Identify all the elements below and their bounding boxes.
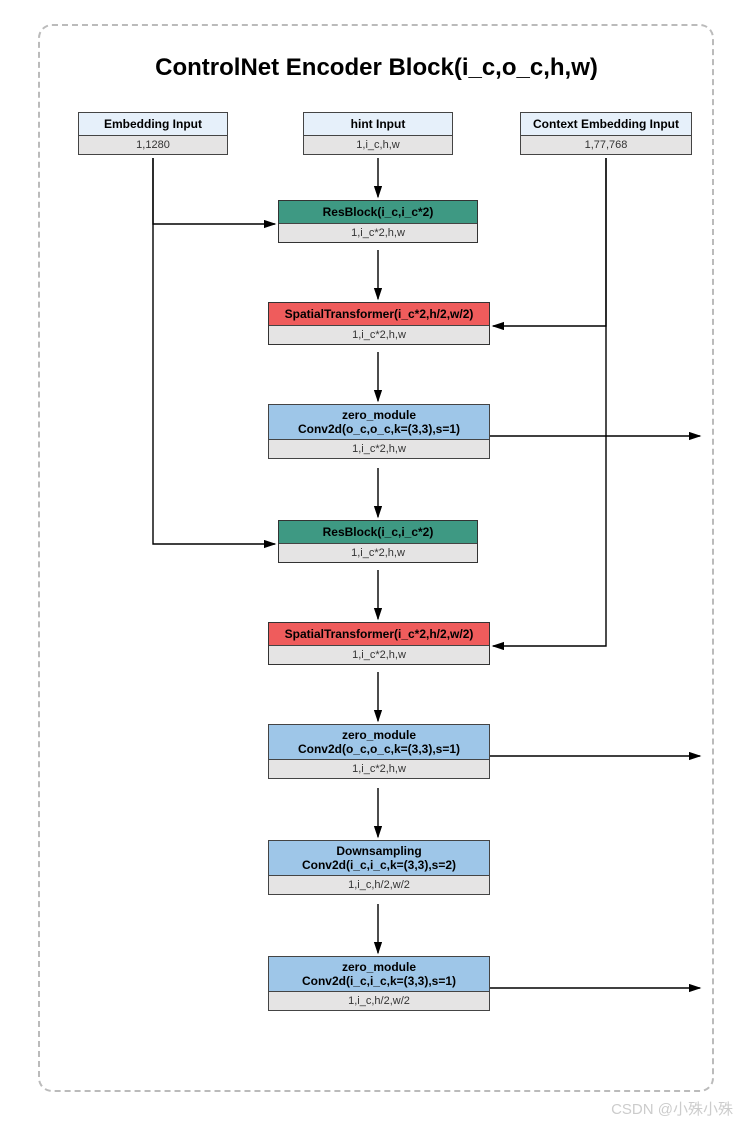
node-shape: 1,i_c*2,h,w — [269, 759, 489, 778]
node-shape: 1,77,768 — [521, 135, 691, 154]
node-spatialtransformer-2: SpatialTransformer(i_c*2,h/2,w/2) 1,i_c*… — [268, 622, 490, 665]
node-label: SpatialTransformer(i_c*2,h/2,w/2) — [269, 623, 489, 645]
node-downsampling: DownsamplingConv2d(i_c,i_c,k=(3,3),s=2) … — [268, 840, 490, 895]
node-label: ResBlock(i_c,i_c*2) — [279, 521, 477, 543]
node-shape: 1,i_c*2,h,w — [269, 325, 489, 344]
node-resblock-1: ResBlock(i_c,i_c*2) 1,i_c*2,h,w — [278, 200, 478, 243]
watermark: CSDN @小殊小殊 — [611, 1098, 733, 1119]
node-zero-module-1: zero_moduleConv2d(o_c,o_c,k=(3,3),s=1) 1… — [268, 404, 490, 459]
node-label: zero_moduleConv2d(o_c,o_c,k=(3,3),s=1) — [269, 405, 489, 439]
node-shape: 1,i_c*2,h,w — [269, 645, 489, 664]
node-context-input: Context Embedding Input 1,77,768 — [520, 112, 692, 155]
diagram-title: ControlNet Encoder Block(i_c,o_c,h,w) — [0, 54, 753, 82]
node-zero-module-2: zero_moduleConv2d(o_c,o_c,k=(3,3),s=1) 1… — [268, 724, 490, 779]
node-label: SpatialTransformer(i_c*2,h/2,w/2) — [269, 303, 489, 325]
node-shape: 1,i_c*2,h,w — [269, 439, 489, 458]
node-label: hint Input — [304, 113, 452, 135]
node-shape: 1,i_c,h/2,w/2 — [269, 875, 489, 894]
node-shape: 1,i_c*2,h,w — [279, 223, 477, 242]
node-shape: 1,1280 — [79, 135, 227, 154]
node-label: Context Embedding Input — [521, 113, 691, 135]
node-resblock-2: ResBlock(i_c,i_c*2) 1,i_c*2,h,w — [278, 520, 478, 563]
node-label: DownsamplingConv2d(i_c,i_c,k=(3,3),s=2) — [269, 841, 489, 875]
node-label: Embedding Input — [79, 113, 227, 135]
node-label: ResBlock(i_c,i_c*2) — [279, 201, 477, 223]
node-shape: 1,i_c,h,w — [304, 135, 452, 154]
node-embedding-input: Embedding Input 1,1280 — [78, 112, 228, 155]
node-label: zero_moduleConv2d(i_c,i_c,k=(3,3),s=1) — [269, 957, 489, 991]
node-hint-input: hint Input 1,i_c,h,w — [303, 112, 453, 155]
node-shape: 1,i_c*2,h,w — [279, 543, 477, 562]
node-label: zero_moduleConv2d(o_c,o_c,k=(3,3),s=1) — [269, 725, 489, 759]
node-shape: 1,i_c,h/2,w/2 — [269, 991, 489, 1010]
node-zero-module-3: zero_moduleConv2d(i_c,i_c,k=(3,3),s=1) 1… — [268, 956, 490, 1011]
node-spatialtransformer-1: SpatialTransformer(i_c*2,h/2,w/2) 1,i_c*… — [268, 302, 490, 345]
